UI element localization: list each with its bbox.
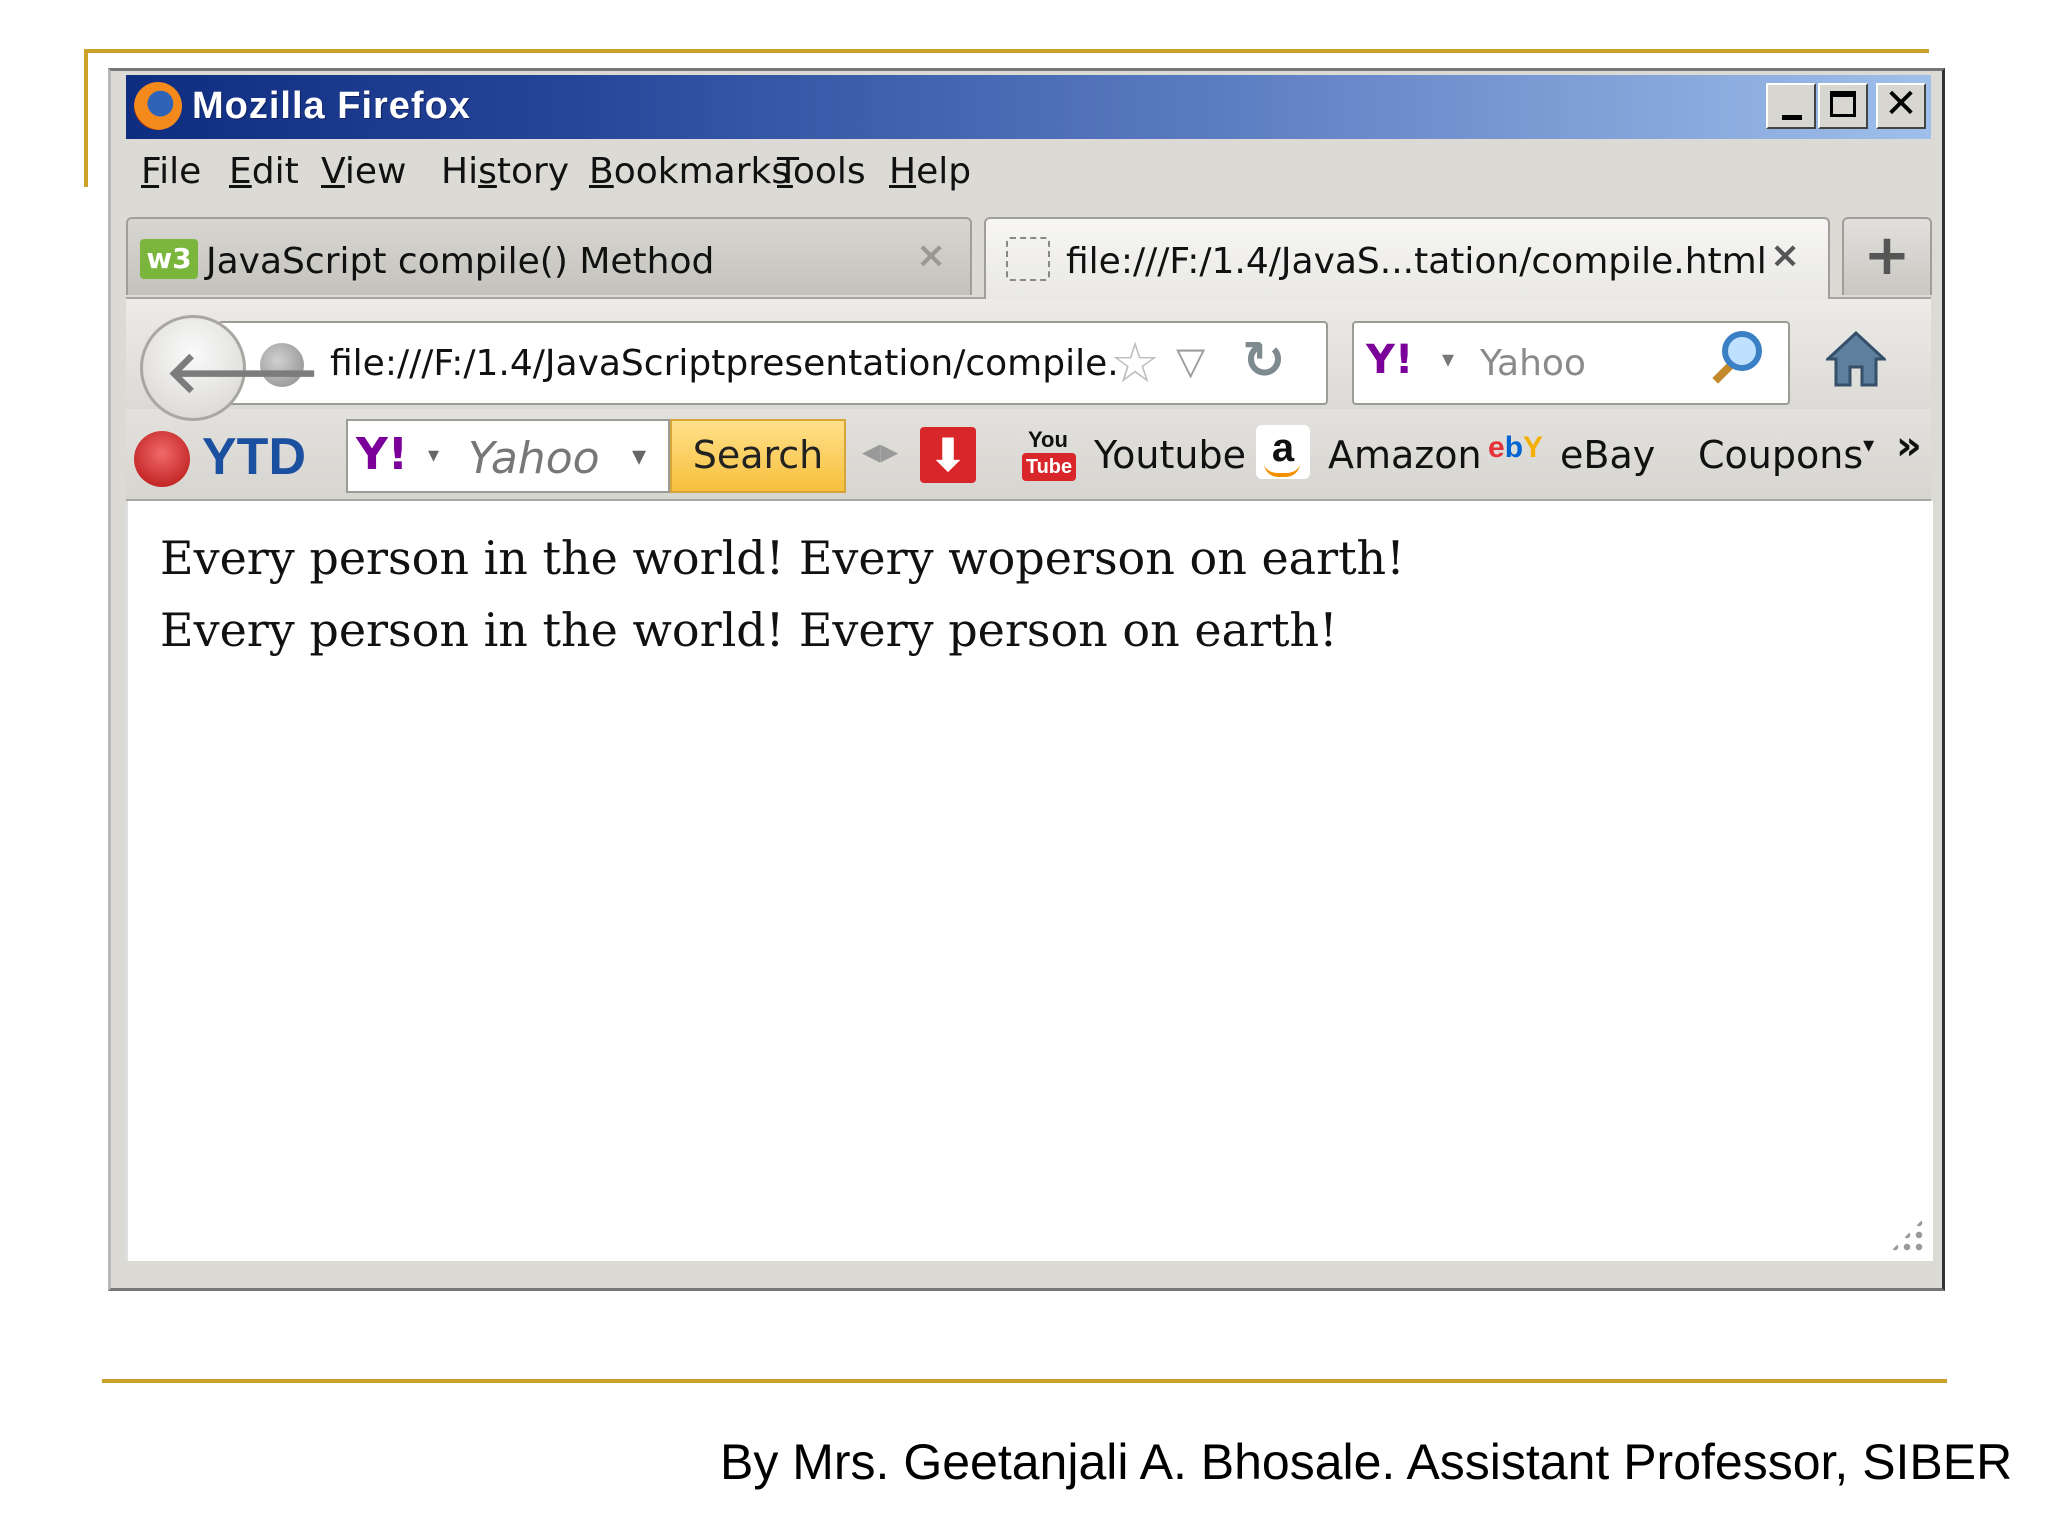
- menu-file[interactable]: File: [141, 151, 201, 192]
- ytd-icon[interactable]: [134, 431, 190, 487]
- menu-edit[interactable]: Edit: [229, 151, 299, 192]
- bookmark-label: eBay: [1560, 433, 1656, 477]
- minimize-button[interactable]: [1766, 83, 1816, 129]
- reload-icon[interactable]: ↻: [1242, 331, 1286, 391]
- menu-view[interactable]: View: [321, 151, 406, 192]
- amazon-icon: a: [1256, 425, 1310, 479]
- history-dropdown-icon[interactable]: ▽: [1176, 339, 1205, 383]
- coupons-menu[interactable]: Coupons▾: [1698, 433, 1874, 477]
- yahoo-logo-icon: Y!: [356, 429, 408, 480]
- bookmark-star-icon[interactable]: ☆: [1110, 331, 1160, 396]
- menu-tools[interactable]: Tools: [777, 151, 866, 192]
- search-input[interactable]: Yahoo: [1480, 343, 1586, 384]
- bookmark-amazon[interactable]: a Amazon: [1256, 425, 1486, 483]
- output-line-1: Every person in the world! Every woperso…: [160, 531, 1405, 585]
- yahoo-toolbar-search[interactable]: Y! ▾ Yahoo ▾: [346, 419, 670, 493]
- maximize-icon: [1830, 91, 1856, 117]
- ytd-label[interactable]: YTD: [202, 427, 306, 487]
- ebay-icon: ebY: [1488, 431, 1544, 464]
- yahoo-search-button[interactable]: Search: [670, 419, 846, 493]
- menu-accesskey: H: [889, 151, 917, 192]
- slide-bottom-rule: [102, 1379, 1947, 1383]
- maximize-button[interactable]: [1818, 83, 1868, 129]
- output-line-2: Every person in the world! Every person …: [160, 603, 1338, 657]
- window-title: Mozilla Firefox: [192, 85, 471, 127]
- download-icon: ⬇: [928, 428, 968, 482]
- tab-w3schools[interactable]: w3 JavaScript compile() Method ×: [126, 217, 972, 295]
- menu-accesskey: F: [141, 151, 160, 192]
- youtube-icon-badge: Tube: [1022, 453, 1076, 481]
- title-bar[interactable]: Mozilla Firefox ✕: [126, 75, 1931, 139]
- amazon-smile-icon: [1264, 463, 1300, 477]
- chevron-down-icon: ▾: [1863, 433, 1875, 458]
- slide-footer: By Mrs. Geetanjali A. Bhosale. Assistant…: [720, 1434, 2013, 1490]
- plus-icon: +: [1863, 223, 1911, 288]
- chevron-down-icon[interactable]: ▾: [632, 439, 646, 472]
- url-bar[interactable]: file:///F:/1.4/JavaScriptpresentation/co…: [218, 321, 1328, 405]
- menu-accesskey: V: [321, 151, 345, 192]
- page-content: Every person in the world! Every woperso…: [126, 501, 1933, 1261]
- bookmark-label: Amazon: [1328, 433, 1482, 477]
- home-icon[interactable]: [1826, 329, 1886, 389]
- tab-close-icon[interactable]: ×: [1770, 235, 1800, 276]
- new-tab-button[interactable]: +: [1842, 217, 1932, 295]
- menu-accesskey: B: [589, 151, 614, 192]
- resize-grip-icon[interactable]: [1889, 1217, 1925, 1253]
- tab-label: file:///F:/1.4/JavaS...tation/compile.ht…: [1066, 241, 1767, 282]
- menu-accesskey: s: [478, 151, 497, 192]
- firefox-window: Mozilla Firefox ✕ File Edit View History…: [108, 68, 1945, 1291]
- search-bar[interactable]: Y! ▾ Yahoo: [1352, 321, 1790, 405]
- engine-dropdown-icon[interactable]: ▾: [1442, 345, 1454, 373]
- more-bookmarks-chevron-icon[interactable]: »: [1896, 423, 1922, 469]
- url-text[interactable]: file:///F:/1.4/JavaScriptpresentation/co…: [330, 343, 1119, 384]
- yahoo-search-input[interactable]: Yahoo: [468, 433, 600, 484]
- slide-left-rule: [84, 49, 88, 187]
- search-icon[interactable]: [1722, 331, 1762, 371]
- back-button[interactable]: 🡐: [140, 315, 321, 421]
- w3schools-icon: w3: [140, 239, 198, 279]
- tab-label: JavaScript compile() Method: [206, 241, 715, 282]
- download-button[interactable]: ⬇: [920, 427, 976, 483]
- tab-compile-html[interactable]: file:///F:/1.4/JavaS...tation/compile.ht…: [984, 217, 1830, 299]
- slide-top-rule: [84, 49, 1929, 53]
- youtube-icon-text: You: [1028, 427, 1068, 452]
- bookmark-ebay[interactable]: ebY eBay: [1488, 429, 1668, 483]
- back-arrow-icon: 🡐: [165, 338, 321, 406]
- close-icon: ✕: [1884, 81, 1918, 127]
- menu-history[interactable]: History: [441, 151, 569, 192]
- menu-accesskey: T: [777, 151, 793, 192]
- tab-close-icon[interactable]: ×: [916, 235, 946, 276]
- bookmarks-toolbar: YTD Y! ▾ Yahoo ▾ Search ◂▸ ⬇ You Tube Yo…: [126, 409, 1931, 501]
- chevron-down-icon[interactable]: ▾: [428, 443, 439, 468]
- toolbar-grip-icon[interactable]: ◂▸: [862, 431, 898, 472]
- bookmark-label: Youtube: [1094, 433, 1246, 477]
- minimize-icon: [1782, 115, 1802, 120]
- bookmark-youtube[interactable]: You Tube Youtube: [1022, 427, 1252, 485]
- menu-help[interactable]: Help: [889, 151, 971, 192]
- firefox-logo-icon[interactable]: [134, 82, 182, 130]
- yahoo-engine-icon[interactable]: Y!: [1366, 337, 1413, 383]
- youtube-icon: You Tube: [1022, 427, 1078, 485]
- menu-accesskey: E: [229, 151, 252, 192]
- close-window-button[interactable]: ✕: [1876, 81, 1926, 129]
- tab-strip: w3 JavaScript compile() Method × file://…: [126, 217, 1932, 299]
- blank-page-icon: [1006, 237, 1050, 281]
- coupons-label: Coupons: [1698, 433, 1864, 477]
- navigation-toolbar: 🡐 file:///F:/1.4/JavaScriptpresentation/…: [126, 299, 1931, 421]
- menu-bookmarks[interactable]: Bookmarks: [589, 151, 790, 192]
